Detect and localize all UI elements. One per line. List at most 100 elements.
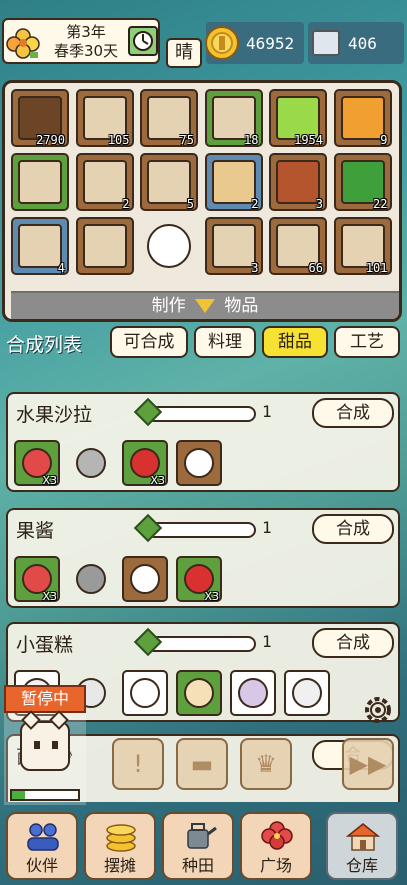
nav-plaza[interactable]: 广场 [240,812,312,880]
inventory-slot[interactable]: 18 [204,89,263,147]
quantity-value: 1 [262,518,272,537]
ingredient-slot[interactable] [230,670,276,716]
seed-pack-icon [82,224,127,268]
pause-status-badge[interactable]: 暂停中 [4,685,86,713]
slot-count: 2 [251,197,259,211]
gear-icon[interactable] [360,692,396,728]
inventory-slot[interactable] [11,153,69,211]
nav-warehouse[interactable]: 仓库 [326,812,398,880]
recipe-list-title: 合成列表 [6,334,83,356]
date-panel: 第3年 春季30天 [2,18,160,64]
flour-bag-icon [238,678,268,708]
gold-counter: 46952 [205,22,304,64]
inventory-slot[interactable]: 5 [140,153,198,211]
quantity-slider[interactable] [146,636,256,652]
inventory-slot[interactable]: 2 [204,153,263,211]
ingredient-slot[interactable] [122,556,168,602]
recipe-card: 水果沙拉 1 合成 X3 X3 [6,392,400,492]
slot-count: 105 [107,133,130,147]
inventory-slot[interactable]: 105 [75,89,134,147]
pet-panel[interactable] [4,710,86,805]
trophy-icon: ♛ [255,750,277,778]
flour-icon [184,448,214,478]
inventory-slot[interactable]: 66 [269,217,327,275]
partners-icon [27,823,59,851]
slot-count: 2790 [36,133,65,147]
craft-button[interactable]: 合成 [312,398,394,428]
ingredient-slot[interactable] [68,556,114,602]
chat-button[interactable]: ▬ [176,738,228,790]
fast-forward-button[interactable]: ▶▶ [342,738,394,790]
egg-icon [130,678,160,708]
ingredient-slot[interactable]: X3 [122,440,168,487]
inventory-slot[interactable]: 3 [204,217,263,275]
ginseng-icon [211,160,256,204]
ingredient-qty: X3 [42,474,57,487]
quantity-slider[interactable] [146,522,256,538]
orange-bag-icon [340,96,385,140]
inventory-slot[interactable]: 3 [269,153,327,211]
ingredient-slot[interactable] [176,440,222,486]
tab-dessert[interactable]: 甜品 [262,326,328,358]
items-label: 物品 [224,296,259,316]
tab-crafts[interactable]: 工艺 [334,326,400,358]
clock-icon[interactable] [128,26,158,56]
inventory-slot[interactable]: 75 [140,89,198,147]
trophy-button[interactable]: ♛ [240,738,292,790]
nav-partners-label: 伙伴 [25,856,58,875]
ingredient-slot[interactable] [176,670,222,716]
ingredient-qty: X3 [204,590,219,603]
pet-progress-fill [12,791,26,799]
ingredient-slot[interactable]: X3 [14,556,60,603]
ingredient-slot[interactable]: X3 [14,440,60,487]
inventory-grid: 2790 105 75 18 1954 9 2 5 2 3 22 4 3 66 101 [11,89,399,309]
recipe-name: 小蛋糕 [16,634,74,656]
knife-icon [76,448,106,478]
year-label: 第3年 [66,23,106,41]
nav-stall[interactable]: 摆摊 [84,812,156,880]
ingredient-qty: X3 [42,590,57,603]
ingredient-slot[interactable]: X3 [176,556,222,603]
inventory-slot[interactable] [75,217,134,275]
craft-button[interactable]: 合成 [312,514,394,544]
quantity-slider[interactable] [146,406,256,422]
gem-value: 406 [348,34,377,53]
bottle-icon [292,678,322,708]
tab-cooking[interactable]: 料理 [194,326,256,358]
dropdown-triangle-icon [195,299,215,313]
inventory-slot[interactable]: 101 [333,217,392,275]
pouch-icon [276,160,320,204]
stall-coins-icon [106,824,136,852]
craft-button[interactable]: 合成 [312,628,394,658]
nav-farm[interactable]: 种田 [162,812,234,880]
inventory-slot[interactable]: 2790 [11,89,69,147]
house-icon [345,823,381,851]
quantity-value: 1 [262,632,272,651]
slot-count: 9 [380,133,388,147]
nav-farm-label: 种田 [181,856,214,875]
milk-icon [184,678,214,708]
ingredient-slot[interactable] [122,670,168,716]
inventory-slot[interactable]: 1954 [269,89,327,147]
inventory-slot[interactable]: 22 [333,153,392,211]
nav-partners[interactable]: 伙伴 [6,812,78,880]
inventory-slot[interactable] [140,217,198,275]
nav-plaza-label: 广场 [259,856,292,875]
alert-button[interactable]: ! [112,738,164,790]
ingredient-slot[interactable] [68,440,114,486]
inventory-slot[interactable]: 2 [75,153,134,211]
inventory-slot[interactable]: 4 [11,217,69,275]
slot-count: 5 [186,197,194,211]
ingredient-slot[interactable] [284,670,330,716]
slot-count: 18 [244,133,259,147]
pot-icon [76,564,106,594]
exclamation-icon: ! [133,750,143,778]
seed-pack-icon [211,224,256,268]
slot-count: 3 [315,197,323,211]
seed-pack-icon [18,224,62,268]
inventory-slot[interactable]: 9 [333,89,392,147]
fast-forward-icon: ▶▶ [349,750,387,778]
weather-indicator: 晴 [166,38,202,68]
craft-toggle-bar[interactable]: 制作 物品 [11,291,399,319]
tab-craftable[interactable]: 可合成 [110,326,188,358]
